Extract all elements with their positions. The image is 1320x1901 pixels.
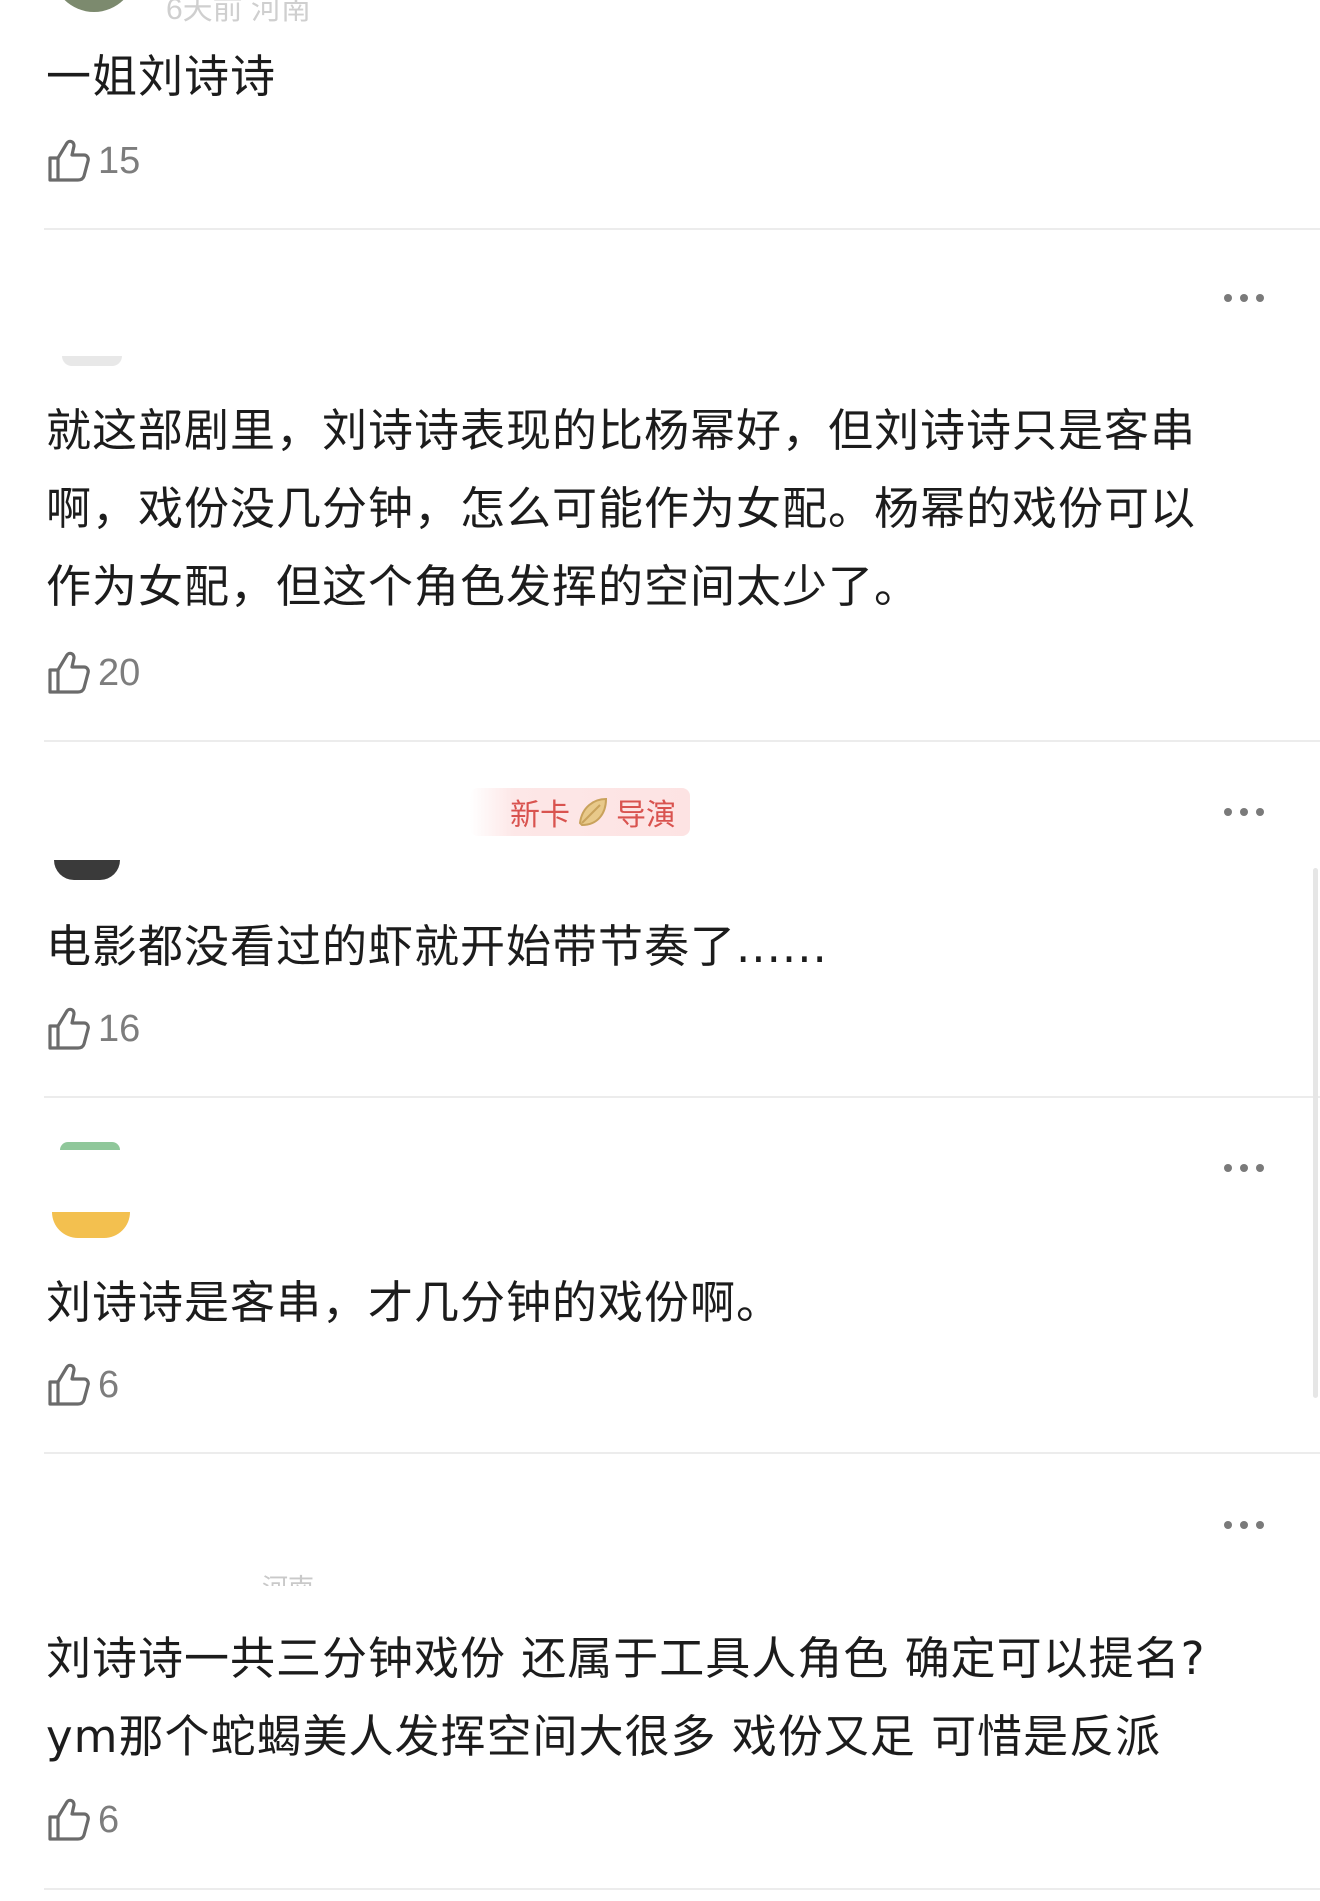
divider [44, 228, 1320, 230]
divider [44, 1452, 1320, 1454]
thumbs-up-icon [48, 1007, 90, 1050]
like-count: 15 [98, 139, 141, 182]
comment-meta: 6天前 河南 [166, 0, 312, 26]
user-badge: 新卡 导演 [470, 788, 690, 836]
avatar[interactable] [54, 860, 120, 880]
more-options-button[interactable] [1214, 283, 1274, 313]
divider [44, 740, 1320, 742]
comment-text: 刘诗诗一共三分钟戏份 还属于工具人角色 确定可以提名?ym那个蛇蝎美人发挥空间大… [46, 1632, 1206, 1763]
more-dots-icon [1224, 1521, 1232, 1529]
avatar[interactable] [62, 356, 122, 366]
scrollbar[interactable] [1313, 868, 1318, 1398]
like-count: 6 [98, 1363, 120, 1406]
more-options-button[interactable] [1214, 797, 1274, 827]
comment-text: 电影都没看过的虾就开始带节奏了...... [46, 920, 828, 973]
avatar[interactable] [60, 1142, 120, 1150]
badge-role: 导演 [616, 798, 676, 833]
divider [44, 1096, 1320, 1098]
avatar-fragment [52, 1212, 130, 1238]
thumbs-up-icon [48, 651, 90, 694]
comment-meta: 河南 [262, 1568, 314, 1586]
comment-text: 刘诗诗是客串，才几分钟的戏份啊。 [46, 1276, 783, 1329]
avatar[interactable] [52, 0, 136, 12]
like-button[interactable]: 6 [46, 1795, 119, 1845]
like-count: 20 [98, 651, 141, 694]
leaf-icon [578, 797, 608, 827]
like-button[interactable]: 15 [46, 136, 140, 186]
comment-text: 一姐刘诗诗 [46, 50, 277, 103]
like-button[interactable]: 16 [46, 1004, 140, 1054]
divider [44, 1888, 1320, 1890]
more-dots-icon [1224, 1164, 1232, 1172]
more-dots-icon [1224, 808, 1232, 816]
thumbs-up-icon [48, 1363, 90, 1406]
like-button[interactable]: 6 [46, 1360, 119, 1410]
like-count: 6 [98, 1798, 120, 1841]
more-options-button[interactable] [1214, 1153, 1274, 1183]
badge-label: 新卡 [510, 798, 570, 833]
like-button[interactable]: 20 [46, 648, 140, 698]
thumbs-up-icon [48, 1798, 90, 1841]
more-options-button[interactable] [1214, 1510, 1274, 1540]
thumbs-up-icon [48, 139, 90, 182]
like-count: 16 [98, 1007, 141, 1050]
more-dots-icon [1224, 294, 1232, 302]
comment-text: 就这部剧里，刘诗诗表现的比杨幂好，但刘诗诗只是客串啊，戏份没几分钟，怎么可能作为… [46, 404, 1197, 613]
